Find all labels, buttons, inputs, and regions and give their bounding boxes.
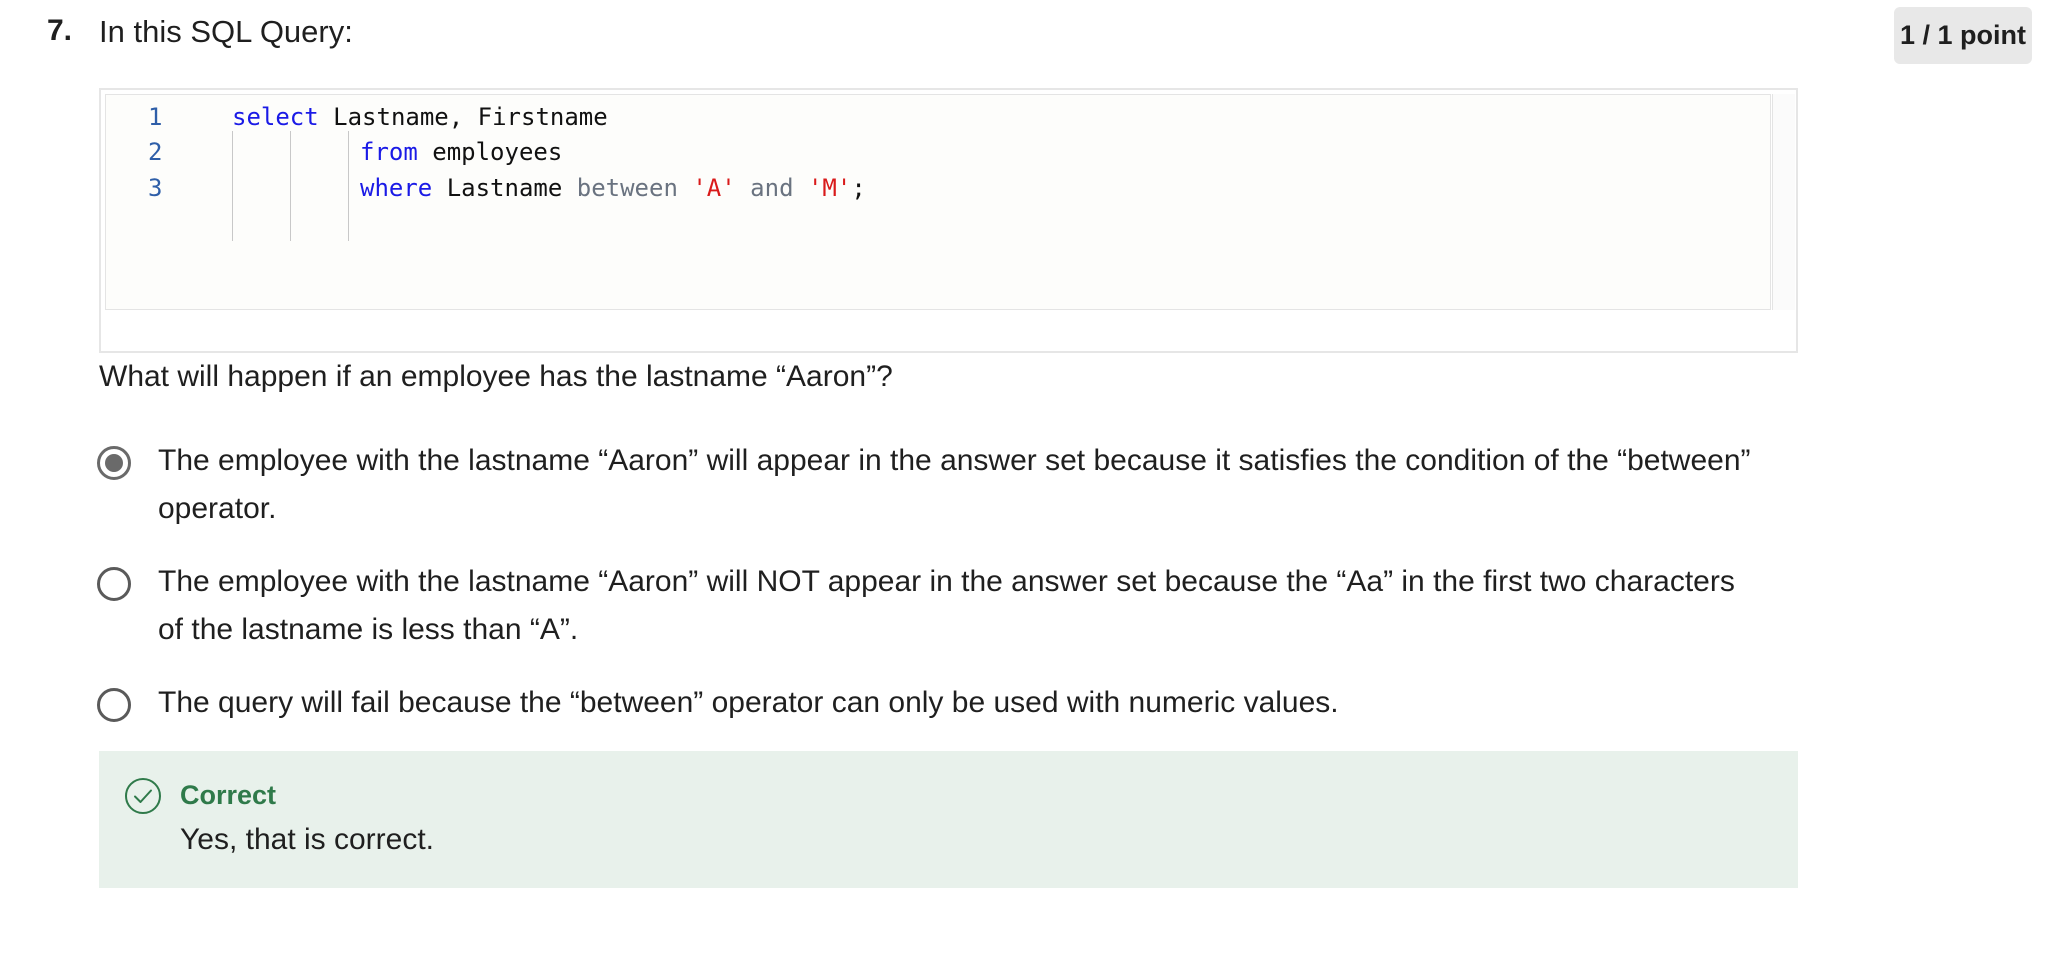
- sql-keyword: where: [360, 174, 433, 202]
- answer-option-1[interactable]: The employee with the lastname “Aaron” w…: [97, 442, 1758, 533]
- code-text: Lastname, Firstname: [318, 103, 608, 131]
- radio-button-selected[interactable]: [97, 446, 131, 480]
- option-label: The employee with the lastname “Aaron” w…: [158, 565, 1735, 646]
- indent-guide: [290, 131, 291, 241]
- code-line-3: where Lastname between 'A' and 'M';: [360, 171, 866, 205]
- line-number: 2: [148, 138, 163, 166]
- line-number: 1: [148, 103, 163, 131]
- feedback-status: Correct: [180, 780, 277, 810]
- sql-string: 'M': [807, 174, 852, 202]
- code-editor[interactable]: 1 select Lastname, Firstname 2 from empl…: [105, 94, 1771, 310]
- question-number: 7.: [47, 14, 73, 47]
- indent-guide: [232, 131, 233, 241]
- radio-button[interactable]: [97, 567, 131, 601]
- points-badge: 1 / 1 point: [1894, 7, 2032, 64]
- code-text: employees: [417, 138, 563, 166]
- option-label: The query will fail because the “between…: [158, 686, 1339, 719]
- radio-button[interactable]: [97, 688, 131, 722]
- feedback-panel: Correct Yes, that is correct.: [99, 751, 1798, 888]
- code-scrollbar[interactable]: [1772, 94, 1795, 310]
- answer-option-3[interactable]: The query will fail because the “between…: [97, 684, 1758, 727]
- sql-operator: between: [576, 174, 678, 202]
- code-line-2: from employees: [360, 135, 562, 169]
- code-text: ;: [851, 174, 866, 202]
- code-line-1: select Lastname, Firstname: [232, 100, 608, 134]
- question-prompt: What will happen if an employee has the …: [99, 360, 893, 393]
- sql-operator: and: [750, 174, 794, 202]
- line-number: 3: [148, 174, 163, 202]
- sql-keyword: from: [360, 138, 418, 166]
- answer-option-2[interactable]: The employee with the lastname “Aaron” w…: [97, 563, 1758, 654]
- code-text: Lastname: [432, 174, 577, 202]
- feedback-message: Yes, that is correct.: [180, 823, 435, 856]
- sql-keyword: select: [232, 103, 319, 131]
- question-title: In this SQL Query:: [99, 14, 353, 49]
- quiz-question-page: 7. In this SQL Query: 1 / 1 point 1 sele…: [0, 0, 2057, 959]
- code-block: 1 select Lastname, Firstname 2 from empl…: [99, 88, 1798, 353]
- check-circle-icon: [125, 778, 161, 814]
- indent-guide: [348, 131, 349, 241]
- option-label: The employee with the lastname “Aaron” w…: [158, 444, 1751, 525]
- sql-string: 'A': [692, 174, 736, 202]
